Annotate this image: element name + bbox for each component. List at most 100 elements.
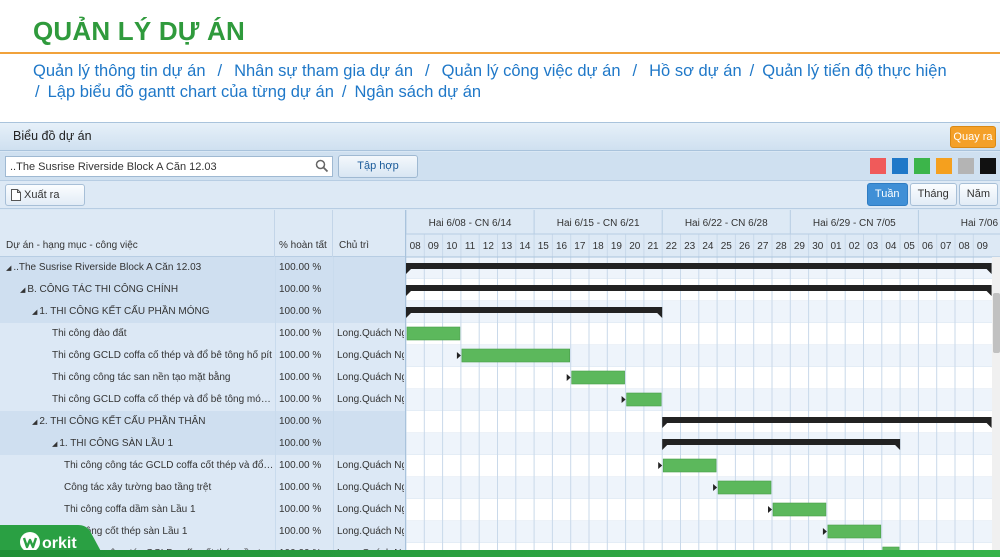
nav-link-gantt[interactable]: Lập biểu đồ gantt chart của từng dự án <box>48 83 334 101</box>
task-name-cell: ◢ 2. THI CÔNG KẾT CẤU PHẦN THÂN <box>0 411 275 433</box>
day-tick-label: 13 <box>501 241 513 252</box>
task-bar[interactable] <box>662 458 717 473</box>
task-name-cell: ◢ 1. THI CÔNG KẾT CẤU PHẦN MÓNG <box>0 301 275 323</box>
column-divider <box>275 411 276 433</box>
back-button[interactable]: Quay ra <box>950 126 996 148</box>
color-swatch-5[interactable] <box>980 158 996 174</box>
nav-link-budget[interactable]: Ngân sách dự án <box>354 83 481 101</box>
column-divider <box>275 433 276 455</box>
footer-bar <box>0 550 1000 557</box>
task-name: 2. THI CÔNG KẾT CẤU PHẦN THÂN <box>39 416 206 427</box>
app-root: QUẢN LÝ DỰ ÁN Quản lý thông tin dự án / Nh… <box>0 0 1000 557</box>
column-divider <box>333 477 334 499</box>
column-header-task[interactable]: Dự án - hạng mục - công việc <box>0 210 275 257</box>
table-row[interactable]: ◢ B. CÔNG TÁC THI CÔNG CHÍNH 100.00 % <box>0 279 405 301</box>
table-row[interactable]: ◢ 2. THI CÔNG KẾT CẤU PHẦN THÂN 100.00 % <box>0 411 405 433</box>
color-swatch-2[interactable] <box>914 158 930 174</box>
color-swatch-0[interactable] <box>870 158 886 174</box>
table-row[interactable]: ◢ 1. THI CÔNG SÀN LẦU 1 100.00 % <box>0 433 405 455</box>
day-tick-label: 04 <box>885 241 897 252</box>
column-divider <box>333 389 334 411</box>
row-band <box>406 367 1000 389</box>
nav-link-project-info[interactable]: Quản lý thông tin dự án <box>33 62 206 80</box>
day-tick-label: 23 <box>684 241 696 252</box>
column-divider <box>275 367 276 389</box>
task-name: Thi công công tác san nền tạo mặt bằng <box>52 372 231 383</box>
row-band <box>406 477 1000 499</box>
task-bar[interactable] <box>406 326 461 341</box>
view-switcher: Tuần Tháng Năm <box>866 183 998 206</box>
task-bar[interactable] <box>772 502 827 517</box>
task-name: Thi công coffa dầm sàn Lầu 1 <box>64 504 196 515</box>
percent-cell: 100.00 % <box>279 372 322 383</box>
task-name: ..The Susrise Riverside Block A Căn 12.0… <box>13 262 202 273</box>
task-name-cell: ◢ 1. THI CÔNG SÀN LẦU 1 <box>0 433 275 455</box>
column-divider <box>275 279 276 301</box>
task-name-cell: ◢ B. CÔNG TÁC THI CÔNG CHÍNH <box>0 279 275 301</box>
table-row[interactable]: ◢ ..The Susrise Riverside Block A Căn 12… <box>0 257 405 279</box>
export-toolbar: Xuất ra PDF TuầnThángNăm <box>0 181 1000 221</box>
percent-cell: 100.00 % <box>279 504 322 515</box>
row-band <box>406 323 1000 345</box>
table-row[interactable]: Thi công công tác san nền tạo mặt bằng 10… <box>0 367 405 389</box>
task-bar[interactable] <box>626 392 662 407</box>
join-button[interactable]: Tập hợp <box>338 155 418 178</box>
task-bar[interactable] <box>717 480 772 495</box>
percent-cell: 100.00 % <box>279 438 322 449</box>
nav-link-progress[interactable]: Quản lý tiến độ thực hiện <box>762 62 946 80</box>
owner-cell: Long.Quách Ngọc <box>337 394 404 405</box>
owner-cell: Long.Quách Ngọc <box>337 350 404 361</box>
table-row[interactable]: ◢ 1. THI CÔNG KẾT CẤU PHẦN MÓNG 100.00 % <box>0 301 405 323</box>
column-divider <box>275 455 276 477</box>
day-tick-label: 09 <box>428 241 440 252</box>
task-name-cell: ◢ ..The Susrise Riverside Block A Căn 12… <box>0 257 275 279</box>
table-row[interactable]: Thi công GCLD coffa cố thép và đổ bê tôn… <box>0 345 405 367</box>
color-swatch-3[interactable] <box>936 158 952 174</box>
day-tick-label: 06 <box>922 241 934 252</box>
day-tick-label: 09 <box>977 241 989 252</box>
day-tick-label: 24 <box>702 241 714 252</box>
summary-bar <box>406 307 663 313</box>
table-row[interactable]: Thi công GCLD coffa cố thép và đổ bê tôn… <box>0 389 405 411</box>
table-row[interactable]: Thi công công tác GCLD coffa cốt thép và… <box>0 455 405 477</box>
export-pdf-button[interactable]: Xuất ra PDF <box>5 184 85 221</box>
column-header-owner[interactable]: Chủ trì <box>333 210 405 257</box>
task-bar[interactable] <box>827 524 882 539</box>
table-row[interactable]: Thi công coffa dầm sàn Lầu 1 100.00 % Long… <box>0 499 405 521</box>
column-divider <box>333 411 334 433</box>
task-bar[interactable] <box>571 370 625 385</box>
column-divider <box>333 367 334 389</box>
scrollbar-thumb[interactable] <box>993 293 1000 353</box>
day-tick-label: 05 <box>904 241 916 252</box>
color-swatch-1[interactable] <box>892 158 908 174</box>
percent-cell: 100.00 % <box>279 526 322 537</box>
owner-cell: Long.Quách Ngọc <box>337 328 404 339</box>
table-row[interactable]: Công tác xây tường bao tầng trệt 100.00 %… <box>0 477 405 499</box>
day-tick-label: 07 <box>940 241 952 252</box>
project-select[interactable] <box>5 156 333 177</box>
view-button-1[interactable]: Tháng <box>909 183 957 206</box>
owner-cell <box>337 257 404 279</box>
week-tick-label: Hai 6/29 - CN 7/05 <box>813 218 896 229</box>
nav-link-project-staff[interactable]: Nhân sự tham gia dự án <box>234 62 413 80</box>
nav-link-project-tasks[interactable]: Quản lý công việc dự án <box>442 62 621 80</box>
table-row[interactable]: Thi công đào đất 100.00 % Long.Quách Ngọc <box>0 323 405 345</box>
color-swatch-4[interactable] <box>958 158 974 174</box>
task-name-cell: Thi công đào đất <box>0 323 275 345</box>
search-icon[interactable] <box>315 159 329 173</box>
day-tick-label: 21 <box>647 241 659 252</box>
document-icon <box>11 189 21 201</box>
grid-header: Dự án - hạng mục - công việc % hoàn tất … <box>0 210 405 257</box>
column-divider <box>333 257 334 279</box>
task-name: B. CÔNG TÁC THI CÔNG CHÍNH <box>27 284 179 295</box>
view-button-0[interactable]: Tuần <box>866 183 908 206</box>
column-header-percent[interactable]: % hoàn tất <box>275 210 333 257</box>
nav-separator: / <box>35 83 40 101</box>
day-tick-label: 20 <box>629 241 641 252</box>
column-divider <box>275 389 276 411</box>
view-button-2[interactable]: Năm <box>958 183 998 206</box>
nav-link-project-docs[interactable]: Hồ sơ dự án <box>649 62 742 80</box>
project-search-input[interactable] <box>6 157 316 176</box>
task-bar[interactable] <box>461 348 571 363</box>
day-tick-label: 29 <box>794 241 806 252</box>
